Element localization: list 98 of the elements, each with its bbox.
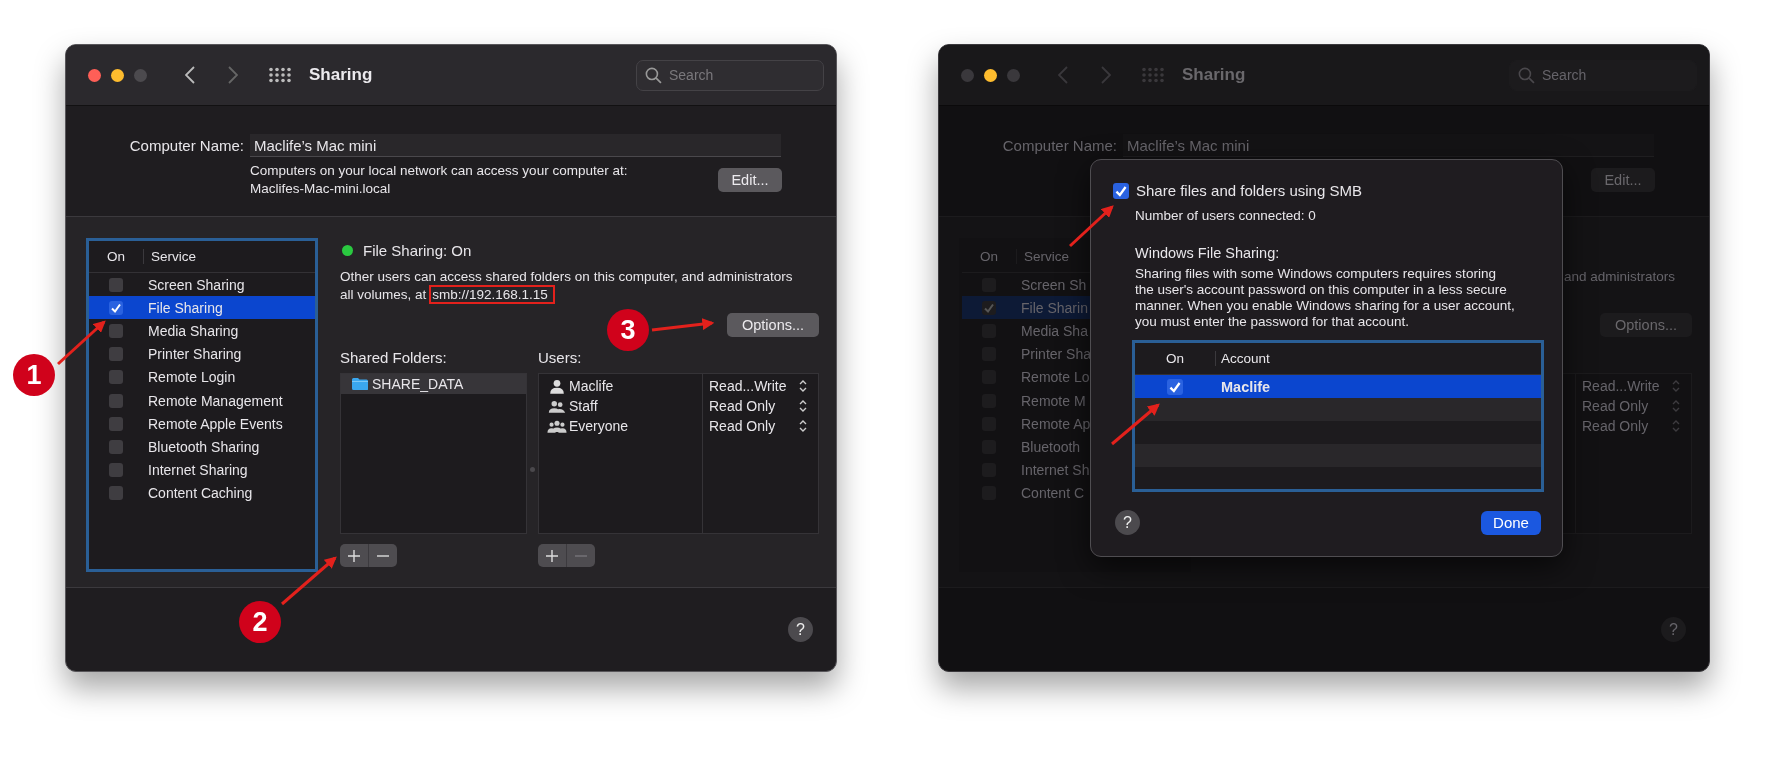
stepper-icon <box>1672 379 1680 393</box>
people-icon <box>547 398 567 414</box>
column-header: Account <box>1215 351 1270 366</box>
checkbox[interactable] <box>982 300 996 315</box>
service-row[interactable]: Screen Sharing <box>89 273 315 297</box>
splitter-handle[interactable] <box>530 467 535 472</box>
done-button[interactable]: Done <box>1481 510 1541 535</box>
service-row[interactable]: Content C <box>962 481 1188 505</box>
account-row[interactable]: Maclife <box>1135 375 1541 398</box>
user-name: Everyone <box>569 418 630 434</box>
checkbox[interactable] <box>109 486 123 501</box>
users-connected-text: Number of users connected: 0 <box>1135 208 1317 223</box>
stepper-icon <box>799 399 807 413</box>
service-row[interactable]: Internet Sharing <box>89 458 315 482</box>
user-name: Staff <box>569 398 599 414</box>
description-text: all volumes, at <box>340 287 427 302</box>
checkbox[interactable] <box>109 347 123 362</box>
checkbox[interactable] <box>109 300 123 315</box>
arrow <box>1068 205 1114 248</box>
close-button[interactable] <box>88 68 101 82</box>
minimize-button[interactable] <box>111 68 124 82</box>
service-row[interactable]: Printer Sharing <box>89 342 315 366</box>
checkbox-label: Share files and folders using SMB <box>1136 182 1362 199</box>
search-icon <box>645 66 662 84</box>
checkbox[interactable] <box>109 370 123 385</box>
forward-icon[interactable] <box>1101 66 1111 84</box>
list-label: Shared Folders: <box>340 348 448 368</box>
checkbox[interactable] <box>109 277 123 292</box>
edit-button[interactable]: Edit... <box>718 168 782 192</box>
plus-icon <box>348 549 360 562</box>
plus-icon <box>546 549 558 562</box>
status-text: File Sharing: On <box>363 241 472 259</box>
zoom-button[interactable] <box>134 68 147 82</box>
forward-icon[interactable] <box>228 66 238 84</box>
back-icon[interactable] <box>185 66 195 84</box>
stepper-icon <box>799 379 807 393</box>
permission-popup[interactable]: Read...Write <box>709 378 797 394</box>
checkbox[interactable] <box>109 416 123 431</box>
checkbox[interactable] <box>109 463 123 478</box>
stepper-icon <box>799 419 807 433</box>
list-label: Users: <box>538 348 583 368</box>
zoom-button[interactable] <box>1007 68 1020 82</box>
search-field[interactable]: Search <box>636 59 824 91</box>
folder-row[interactable]: SHARE_DATA <box>341 374 526 394</box>
service-row[interactable]: Media Sharing <box>89 319 315 343</box>
options-button[interactable]: Options... <box>1600 313 1692 337</box>
service-row[interactable]: Internet Sh <box>962 458 1188 482</box>
minimize-button[interactable] <box>984 68 997 82</box>
column-header: Service <box>1016 249 1069 264</box>
service-row[interactable]: Content Caching <box>89 481 315 505</box>
permission-popup[interactable]: Read Only <box>1582 418 1670 434</box>
permission-popup[interactable]: Read Only <box>709 398 797 414</box>
service-row[interactable]: Bluetooth <box>962 435 1188 459</box>
column-header: On <box>106 249 126 264</box>
service-row[interactable]: Remote Management <box>89 388 315 413</box>
checkbox[interactable] <box>1167 378 1183 395</box>
arrow <box>57 320 106 366</box>
person-icon <box>547 378 567 394</box>
arrow <box>1111 403 1160 446</box>
service-row[interactable]: File Sharing <box>89 296 315 320</box>
column-header: Service <box>143 249 196 264</box>
people-icon <box>547 418 567 434</box>
column-header: On <box>979 249 999 264</box>
service-row[interactable]: Remote Login <box>89 365 315 389</box>
help-button[interactable]: ? <box>1115 510 1140 535</box>
computer-name-label: Computer Name: <box>128 137 244 154</box>
network-address-note: Computers on your local network can access your computer at: Maclifes-Mac-mini.local <box>250 162 629 198</box>
edit-button[interactable]: Edit... <box>1591 168 1655 192</box>
address-text: smb://192.168.1.15 <box>429 285 555 304</box>
column-header: On <box>1165 351 1185 366</box>
arrow <box>651 318 715 332</box>
checkbox[interactable] <box>109 439 123 454</box>
checkbox[interactable] <box>109 323 123 338</box>
folder-icon <box>351 377 369 391</box>
description-text: Other users can access shared folders on this computer, and administrators <box>340 269 793 284</box>
checkbox[interactable] <box>1113 182 1129 199</box>
service-row[interactable]: Remote Apple Events <box>89 412 315 436</box>
grid-icon[interactable] <box>268 67 292 83</box>
service-row[interactable]: Bluetooth Sharing <box>89 435 315 459</box>
permission-popup[interactable]: Read Only <box>1582 398 1670 414</box>
help-button[interactable]: ? <box>788 617 813 642</box>
window-title: Sharing <box>1182 65 1246 85</box>
computer-name-field[interactable]: Maclife’s Mac mini <box>250 134 781 157</box>
service-row[interactable]: Remote Ap <box>962 412 1188 436</box>
permission-popup[interactable]: Read Only <box>709 418 797 434</box>
permission-popup[interactable]: Read...Write <box>1582 378 1670 394</box>
window-title: Sharing <box>309 65 373 85</box>
checkbox[interactable] <box>109 393 123 408</box>
computer-name-label: Computer Name: <box>1001 137 1117 154</box>
stepper-icon <box>1672 419 1680 433</box>
section-heading: Windows File Sharing: <box>1135 245 1281 261</box>
options-button[interactable]: Options... <box>727 313 819 337</box>
step-marker: 1 <box>13 354 55 396</box>
arrow <box>281 556 337 606</box>
description-text: and administrators <box>1563 269 1675 284</box>
search-icon <box>1518 66 1535 84</box>
user-name: Maclife <box>569 378 615 394</box>
stepper-icon <box>1672 399 1680 413</box>
